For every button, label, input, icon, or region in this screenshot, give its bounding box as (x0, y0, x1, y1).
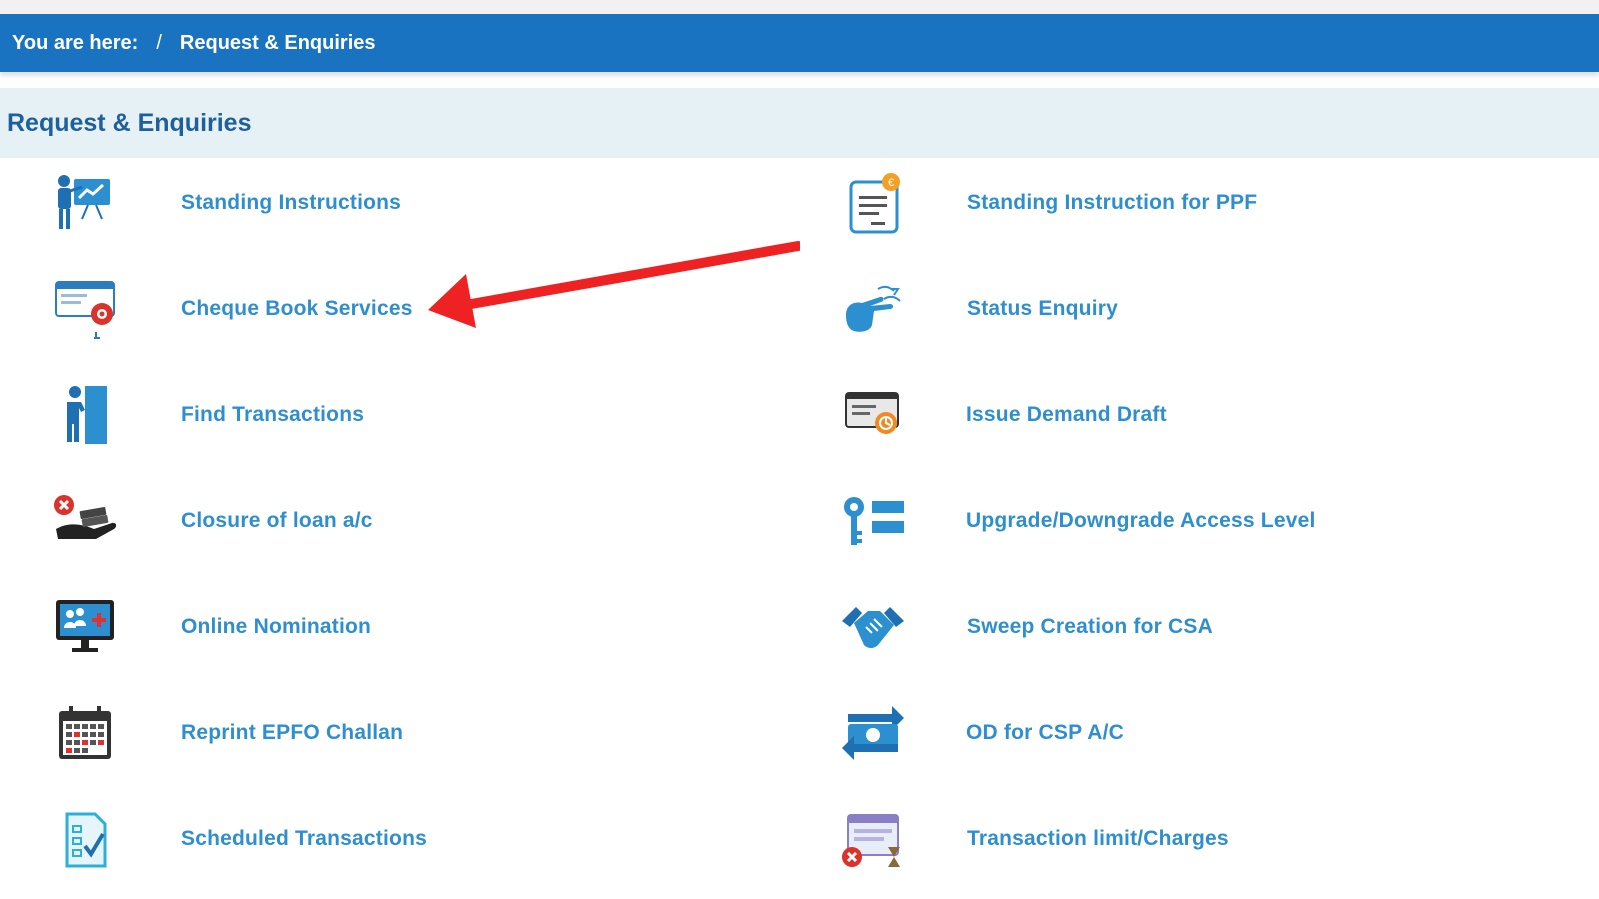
menu-item-standing-instruction-ppf[interactable]: € Standing Instruction for PPF (800, 168, 1590, 238)
menu-item-find-transactions[interactable]: Find Transactions (0, 380, 790, 450)
menu-item-label[interactable]: Transaction limit/Charges (967, 827, 1229, 851)
menu-item-label[interactable]: Reprint EPFO Challan (181, 721, 403, 745)
top-strip (0, 0, 1599, 14)
menu-item-closure-of-loan[interactable]: Closure of loan a/c (0, 486, 790, 556)
menu-item-scheduled-transactions[interactable]: Scheduled Transactions (0, 804, 790, 874)
hand-money-close-icon (50, 486, 120, 556)
breadcrumb-current[interactable]: Request & Enquiries (180, 32, 376, 55)
limit-hourglass-icon (838, 804, 908, 874)
menu-item-label[interactable]: Cheque Book Services (181, 297, 413, 321)
menu-item-transaction-limit-charges[interactable]: Transaction limit/Charges (800, 804, 1590, 874)
svg-text:€: € (888, 177, 894, 189)
cheque-settings-icon (50, 274, 120, 344)
menu-item-label[interactable]: Find Transactions (181, 403, 364, 427)
menu-item-label[interactable]: Upgrade/Downgrade Access Level (966, 509, 1316, 533)
breadcrumb-prefix: You are here: (12, 31, 139, 54)
menu-item-label[interactable]: Standing Instruction for PPF (967, 191, 1257, 215)
section-header: Request & Enquiries (0, 88, 1599, 158)
menu-item-reprint-epfo-challan[interactable]: Reprint EPFO Challan (0, 698, 790, 768)
menu-item-sweep-creation-csa[interactable]: Sweep Creation for CSA (800, 592, 1590, 662)
calendar-icon (50, 698, 120, 768)
services-grid: Standing Instructions Cheque Book Servic… (0, 158, 1599, 899)
menu-item-label[interactable]: Scheduled Transactions (181, 827, 427, 851)
menu-item-status-enquiry[interactable]: Status Enquiry (800, 274, 1590, 344)
menu-item-label[interactable]: Sweep Creation for CSA (967, 615, 1213, 639)
menu-item-label[interactable]: Status Enquiry (967, 297, 1118, 321)
menu-item-issue-demand-draft[interactable]: Issue Demand Draft (800, 380, 1590, 450)
menu-item-cheque-book-services[interactable]: Cheque Book Services (0, 274, 790, 344)
draft-card-icon (838, 380, 908, 450)
menu-item-od-for-csp[interactable]: OD for CSP A/C (800, 698, 1590, 768)
document-coin-icon: € (838, 168, 908, 238)
page-title: Request & Enquiries (7, 108, 252, 137)
cash-exchange-icon (838, 698, 908, 768)
menu-item-label[interactable]: Closure of loan a/c (181, 509, 373, 533)
person-door-icon (50, 380, 120, 450)
menu-item-label[interactable]: OD for CSP A/C (966, 721, 1124, 745)
menu-item-label[interactable]: Issue Demand Draft (966, 403, 1167, 427)
menu-item-standing-instructions[interactable]: Standing Instructions (0, 168, 790, 238)
menu-item-online-nomination[interactable]: Online Nomination (0, 592, 790, 662)
checklist-document-icon (50, 804, 120, 874)
key-access-icon (838, 486, 908, 556)
menu-item-label[interactable]: Standing Instructions (181, 191, 401, 215)
pointing-hand-icon (838, 274, 908, 344)
handshake-icon (838, 592, 908, 662)
menu-item-upgrade-downgrade-access[interactable]: Upgrade/Downgrade Access Level (800, 486, 1590, 556)
breadcrumb: You are here: / Request & Enquiries (0, 14, 1599, 72)
monitor-users-icon (50, 592, 120, 662)
presentation-board-icon (50, 168, 120, 238)
breadcrumb-separator: / (156, 31, 162, 54)
menu-item-label[interactable]: Online Nomination (181, 615, 371, 639)
